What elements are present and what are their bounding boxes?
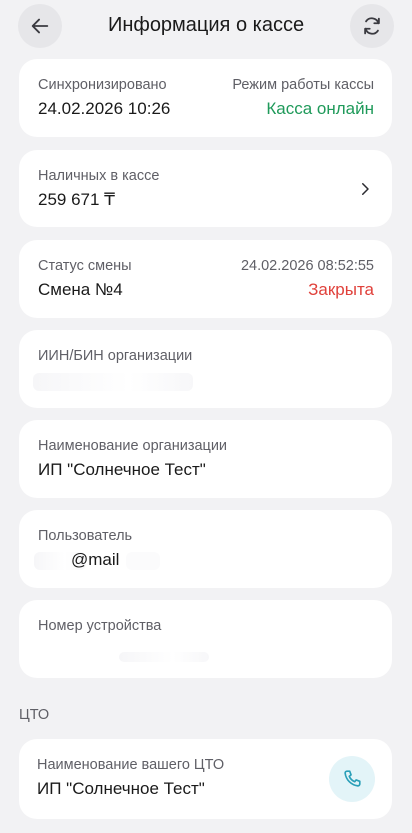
cash-label: Наличных в кассе [38,168,160,184]
org-id-card: ИИН/БИН организации [19,330,392,408]
user-email-suffix-redacted [126,552,160,570]
cto-section-title: ЦТО [19,707,50,723]
mode-label: Режим работы кассы [232,77,374,93]
sync-label: Синхронизировано [38,77,167,93]
mode-value: Касса онлайн [266,99,374,118]
chevron-right-icon [362,183,369,195]
user-value: @mail [71,550,120,569]
sync-datetime: 24.02.2026 10:26 [38,99,171,118]
phone-icon [344,770,361,787]
user-card: Пользователь @mail [19,510,392,588]
device-card: Номер устройства [19,600,392,678]
org-name-value: ИП "Солнечное Тест" [38,460,206,479]
cto-value: ИП "Солнечное Тест" [37,779,205,798]
back-button[interactable] [18,4,62,48]
shift-status: Закрыта [308,280,374,299]
cash-card[interactable]: Наличных в кассе 259 671 ₸ [19,150,392,227]
shift-card: Статус смены 24.02.2026 08:52:55 Смена №… [19,240,392,318]
org-name-label: Наименование организации [38,438,228,454]
org-id-value-redacted [33,373,193,391]
shift-datetime: 24.02.2026 08:52:55 [240,258,374,274]
cto-label: Наименование вашего ЦТО [37,757,225,773]
device-label: Номер устройства [38,618,162,634]
org-id-label: ИИН/БИН организации [38,348,193,364]
cash-amount: 259 671 ₸ [38,190,115,209]
top-bar [0,0,412,52]
user-label: Пользователь [38,528,133,544]
sync-card: Синхронизировано Режим работы кассы 24.0… [19,59,392,137]
user-value-row: @mail [34,550,374,572]
cto-card: Наименование вашего ЦТО ИП "Солнечное Те… [19,739,392,819]
shift-label: Статус смены [38,258,132,274]
refresh-icon [364,17,380,35]
refresh-button[interactable] [350,4,394,48]
call-cto-button[interactable] [329,756,375,802]
shift-name: Смена №4 [38,280,123,299]
org-name-card: Наименование организации ИП "Солнечное Т… [19,420,392,498]
device-value-redacted [119,652,209,662]
arrow-left-icon [31,18,49,34]
